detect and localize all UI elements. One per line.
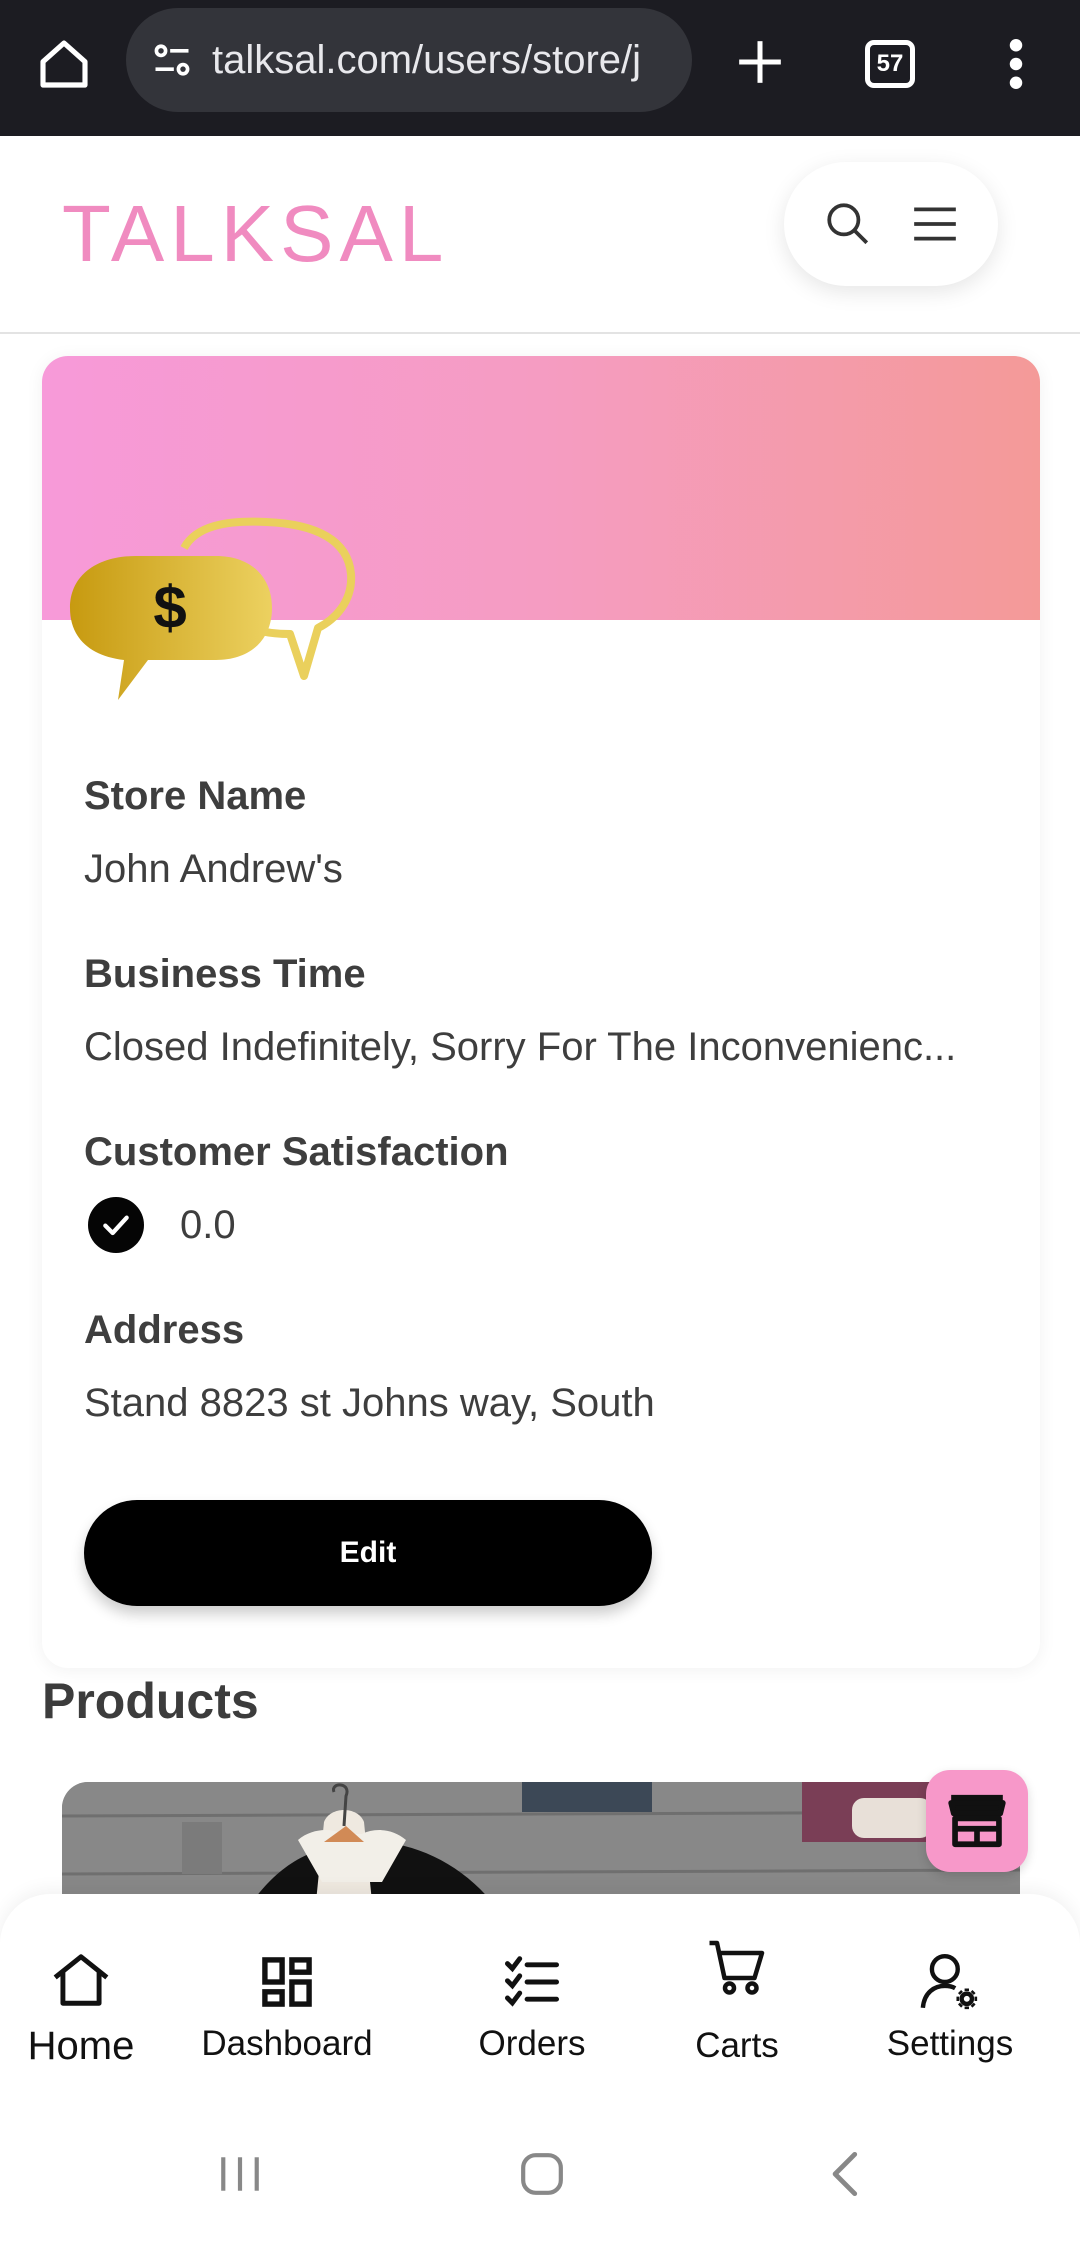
svg-text:$: $	[153, 574, 186, 641]
new-tab-icon	[739, 41, 781, 83]
user-settings-icon	[914, 1946, 986, 2018]
store-name-label: Store Name	[84, 774, 307, 818]
nav-dashboard-label: Dashboard	[201, 2024, 373, 2063]
back-icon	[832, 2151, 858, 2197]
store-name-field: Store Name John Andrew's	[84, 774, 343, 892]
nav-carts-label: Carts	[695, 2026, 779, 2065]
home-icon	[521, 2153, 563, 2195]
search-icon	[826, 203, 868, 245]
address-bar[interactable]: talksal.com/users/store/j	[126, 8, 692, 112]
nav-orders-label: Orders	[478, 2024, 586, 2063]
customer-satisfaction-field: Customer Satisfaction 0.0	[84, 1130, 509, 1253]
business-time-field: Business Time Closed Indefinitely, Sorry…	[84, 952, 1014, 1070]
bottom-navigation: Home Dashboard Orders Carts Settings	[0, 1894, 1080, 2100]
cart-icon	[701, 1932, 773, 2004]
system-navigation-bar	[0, 2100, 1080, 2247]
address-value: Stand 8823 st Johns way, South	[84, 1381, 655, 1425]
nav-orders[interactable]: Orders	[470, 1894, 594, 2100]
nav-settings-label: Settings	[886, 2024, 1014, 2063]
store-logo-icon: $	[70, 517, 356, 700]
satisfaction-value: 0.0	[180, 1202, 236, 1247]
menu-button[interactable]	[905, 194, 965, 254]
storefront-icon	[948, 1794, 1006, 1848]
back-button[interactable]	[806, 2134, 886, 2214]
site-settings-icon[interactable]	[144, 32, 200, 88]
search-button[interactable]	[818, 194, 878, 254]
recents-button[interactable]	[200, 2134, 280, 2214]
site-header: TALKSAL	[0, 136, 1080, 334]
address-label: Address	[84, 1308, 245, 1352]
more-options-icon	[1009, 39, 1023, 89]
business-time-value: Closed Indefinitely, Sorry For The Incon…	[84, 1025, 957, 1069]
address-field: Address Stand 8823 st Johns way, South	[84, 1308, 655, 1426]
nav-carts[interactable]: Carts	[680, 1894, 794, 2100]
product-image[interactable]	[62, 1782, 1020, 1902]
app-screen: talksal.com/users/store/j 57 TALKSAL $ S…	[0, 0, 1080, 2247]
satisfaction-row: 0.0	[84, 1197, 509, 1253]
home-icon	[45, 1944, 117, 2016]
check-circle-icon	[88, 1197, 144, 1253]
tab-switcher-button[interactable]: 57	[852, 26, 928, 102]
tab-count: 57	[876, 50, 904, 77]
site-logo[interactable]: TALKSAL	[62, 188, 449, 280]
orders-icon	[496, 1946, 568, 2018]
store-card: $ Store Name John Andrew's Business Time…	[42, 356, 1040, 1668]
store-name-value: John Andrew's	[84, 847, 343, 891]
dashboard-icon	[251, 1946, 323, 2018]
store-fab-button[interactable]	[926, 1770, 1028, 1872]
more-options-button[interactable]	[986, 26, 1046, 102]
tab-switcher-icon: 57	[865, 40, 915, 88]
business-time-label: Business Time	[84, 952, 366, 996]
header-actions	[784, 162, 998, 286]
url-text: talksal.com/users/store/j	[212, 37, 642, 82]
home-icon	[40, 40, 88, 88]
system-home-button[interactable]	[502, 2134, 582, 2214]
customer-satisfaction-label: Customer Satisfaction	[84, 1130, 509, 1174]
nav-home-label: Home	[27, 2024, 135, 2068]
edit-button[interactable]: Edit	[84, 1500, 652, 1606]
new-tab-button[interactable]	[722, 24, 798, 100]
nav-home[interactable]: Home	[16, 1894, 146, 2100]
recents-icon	[221, 2157, 259, 2191]
menu-icon	[913, 207, 956, 241]
nav-dashboard[interactable]: Dashboard	[194, 1894, 380, 2100]
browser-toolbar: talksal.com/users/store/j 57	[0, 0, 1080, 136]
nav-settings[interactable]: Settings	[880, 1894, 1020, 2100]
products-heading: Products	[42, 1673, 259, 1729]
browser-home-button[interactable]	[28, 28, 100, 100]
